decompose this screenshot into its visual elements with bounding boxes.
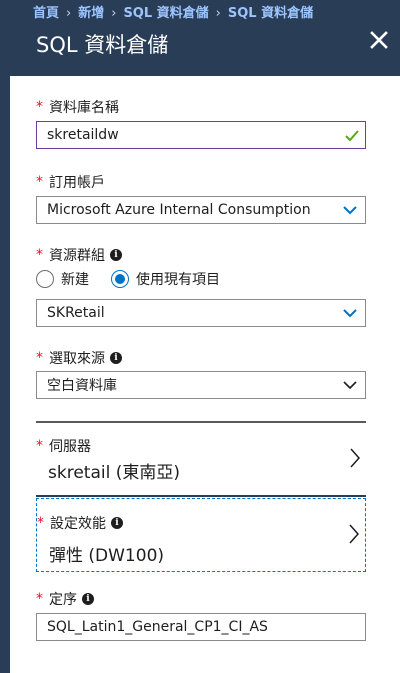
server-label: * 伺服器: [36, 438, 91, 455]
resource-group-radio-group: 新建 使用現有項目: [36, 267, 242, 291]
close-icon: [370, 31, 388, 49]
breadcrumb-new[interactable]: 新增: [78, 6, 104, 21]
source-value: 空白資料庫: [47, 378, 117, 394]
collation-value: SQL_Latin1_General_CP1_CI_AS: [47, 619, 268, 635]
breadcrumb-sql-dw-2[interactable]: SQL 資料倉儲: [228, 6, 313, 21]
performance-selector[interactable]: * 設定效能 i 彈性 (DW100): [36, 498, 366, 572]
breadcrumb-separator: ›: [111, 6, 117, 21]
required-marker: *: [36, 99, 43, 115]
performance-label: * 設定效能 i: [37, 513, 123, 533]
radio-create-new-label[interactable]: 新建: [61, 269, 89, 289]
required-marker: *: [37, 515, 44, 531]
breadcrumb-separator: ›: [66, 6, 72, 21]
source-label: * 選取來源 i: [36, 348, 122, 368]
breadcrumb-separator: ›: [215, 6, 221, 21]
collation-label: * 定序 i: [36, 589, 94, 609]
db-name-label: * 資料庫名稱: [36, 99, 119, 116]
required-marker: *: [36, 350, 43, 366]
resource-group-label: * 資源群組 i: [36, 245, 122, 265]
close-button[interactable]: [367, 28, 391, 52]
required-marker: *: [36, 438, 43, 454]
source-select[interactable]: 空白資料庫: [36, 371, 366, 399]
db-name-input[interactable]: skretaildw: [36, 121, 366, 149]
resource-group-select[interactable]: SKRetail: [36, 299, 366, 327]
info-icon[interactable]: i: [110, 249, 122, 261]
section-divider: [36, 495, 366, 497]
info-icon[interactable]: i: [82, 593, 94, 605]
radio-create-new[interactable]: [36, 270, 54, 288]
radio-use-existing-label[interactable]: 使用現有項目: [136, 269, 220, 289]
required-marker: *: [36, 174, 43, 190]
chevron-down-icon: [343, 309, 357, 318]
section-divider: [36, 421, 366, 423]
chevron-down-icon: [343, 381, 357, 390]
breadcrumb-sql-dw-1[interactable]: SQL 資料倉儲: [123, 6, 208, 21]
breadcrumb: 首頁 › 新增 › SQL 資料倉儲 › SQL 資料倉儲: [33, 2, 313, 22]
chevron-right-icon: [350, 448, 360, 468]
resource-group-value: SKRetail: [47, 305, 105, 321]
server-value: skretail (東南亞): [48, 463, 180, 483]
required-marker: *: [36, 247, 43, 263]
chevron-right-icon: [349, 524, 359, 544]
server-selector[interactable]: * 伺服器 skretail (東南亞): [36, 428, 366, 488]
subscription-select[interactable]: Microsoft Azure Internal Consumption: [36, 196, 366, 224]
breadcrumb-home[interactable]: 首頁: [33, 6, 59, 21]
db-name-value: skretaildw: [47, 127, 119, 143]
required-marker: *: [36, 591, 43, 607]
radio-selected-dot: [115, 274, 125, 284]
performance-value: 彈性 (DW100): [49, 546, 165, 566]
subscription-label: * 訂用帳戶: [36, 174, 105, 191]
checkmark-icon: [345, 130, 359, 142]
blade-title: SQL 資料倉儲: [36, 33, 169, 57]
radio-use-existing[interactable]: [111, 270, 129, 288]
collation-input[interactable]: SQL_Latin1_General_CP1_CI_AS: [36, 613, 366, 641]
info-icon[interactable]: i: [110, 352, 122, 364]
subscription-value: Microsoft Azure Internal Consumption: [47, 202, 311, 218]
info-icon[interactable]: i: [111, 517, 123, 529]
left-rail: [0, 22, 10, 673]
chevron-down-icon: [343, 206, 357, 215]
